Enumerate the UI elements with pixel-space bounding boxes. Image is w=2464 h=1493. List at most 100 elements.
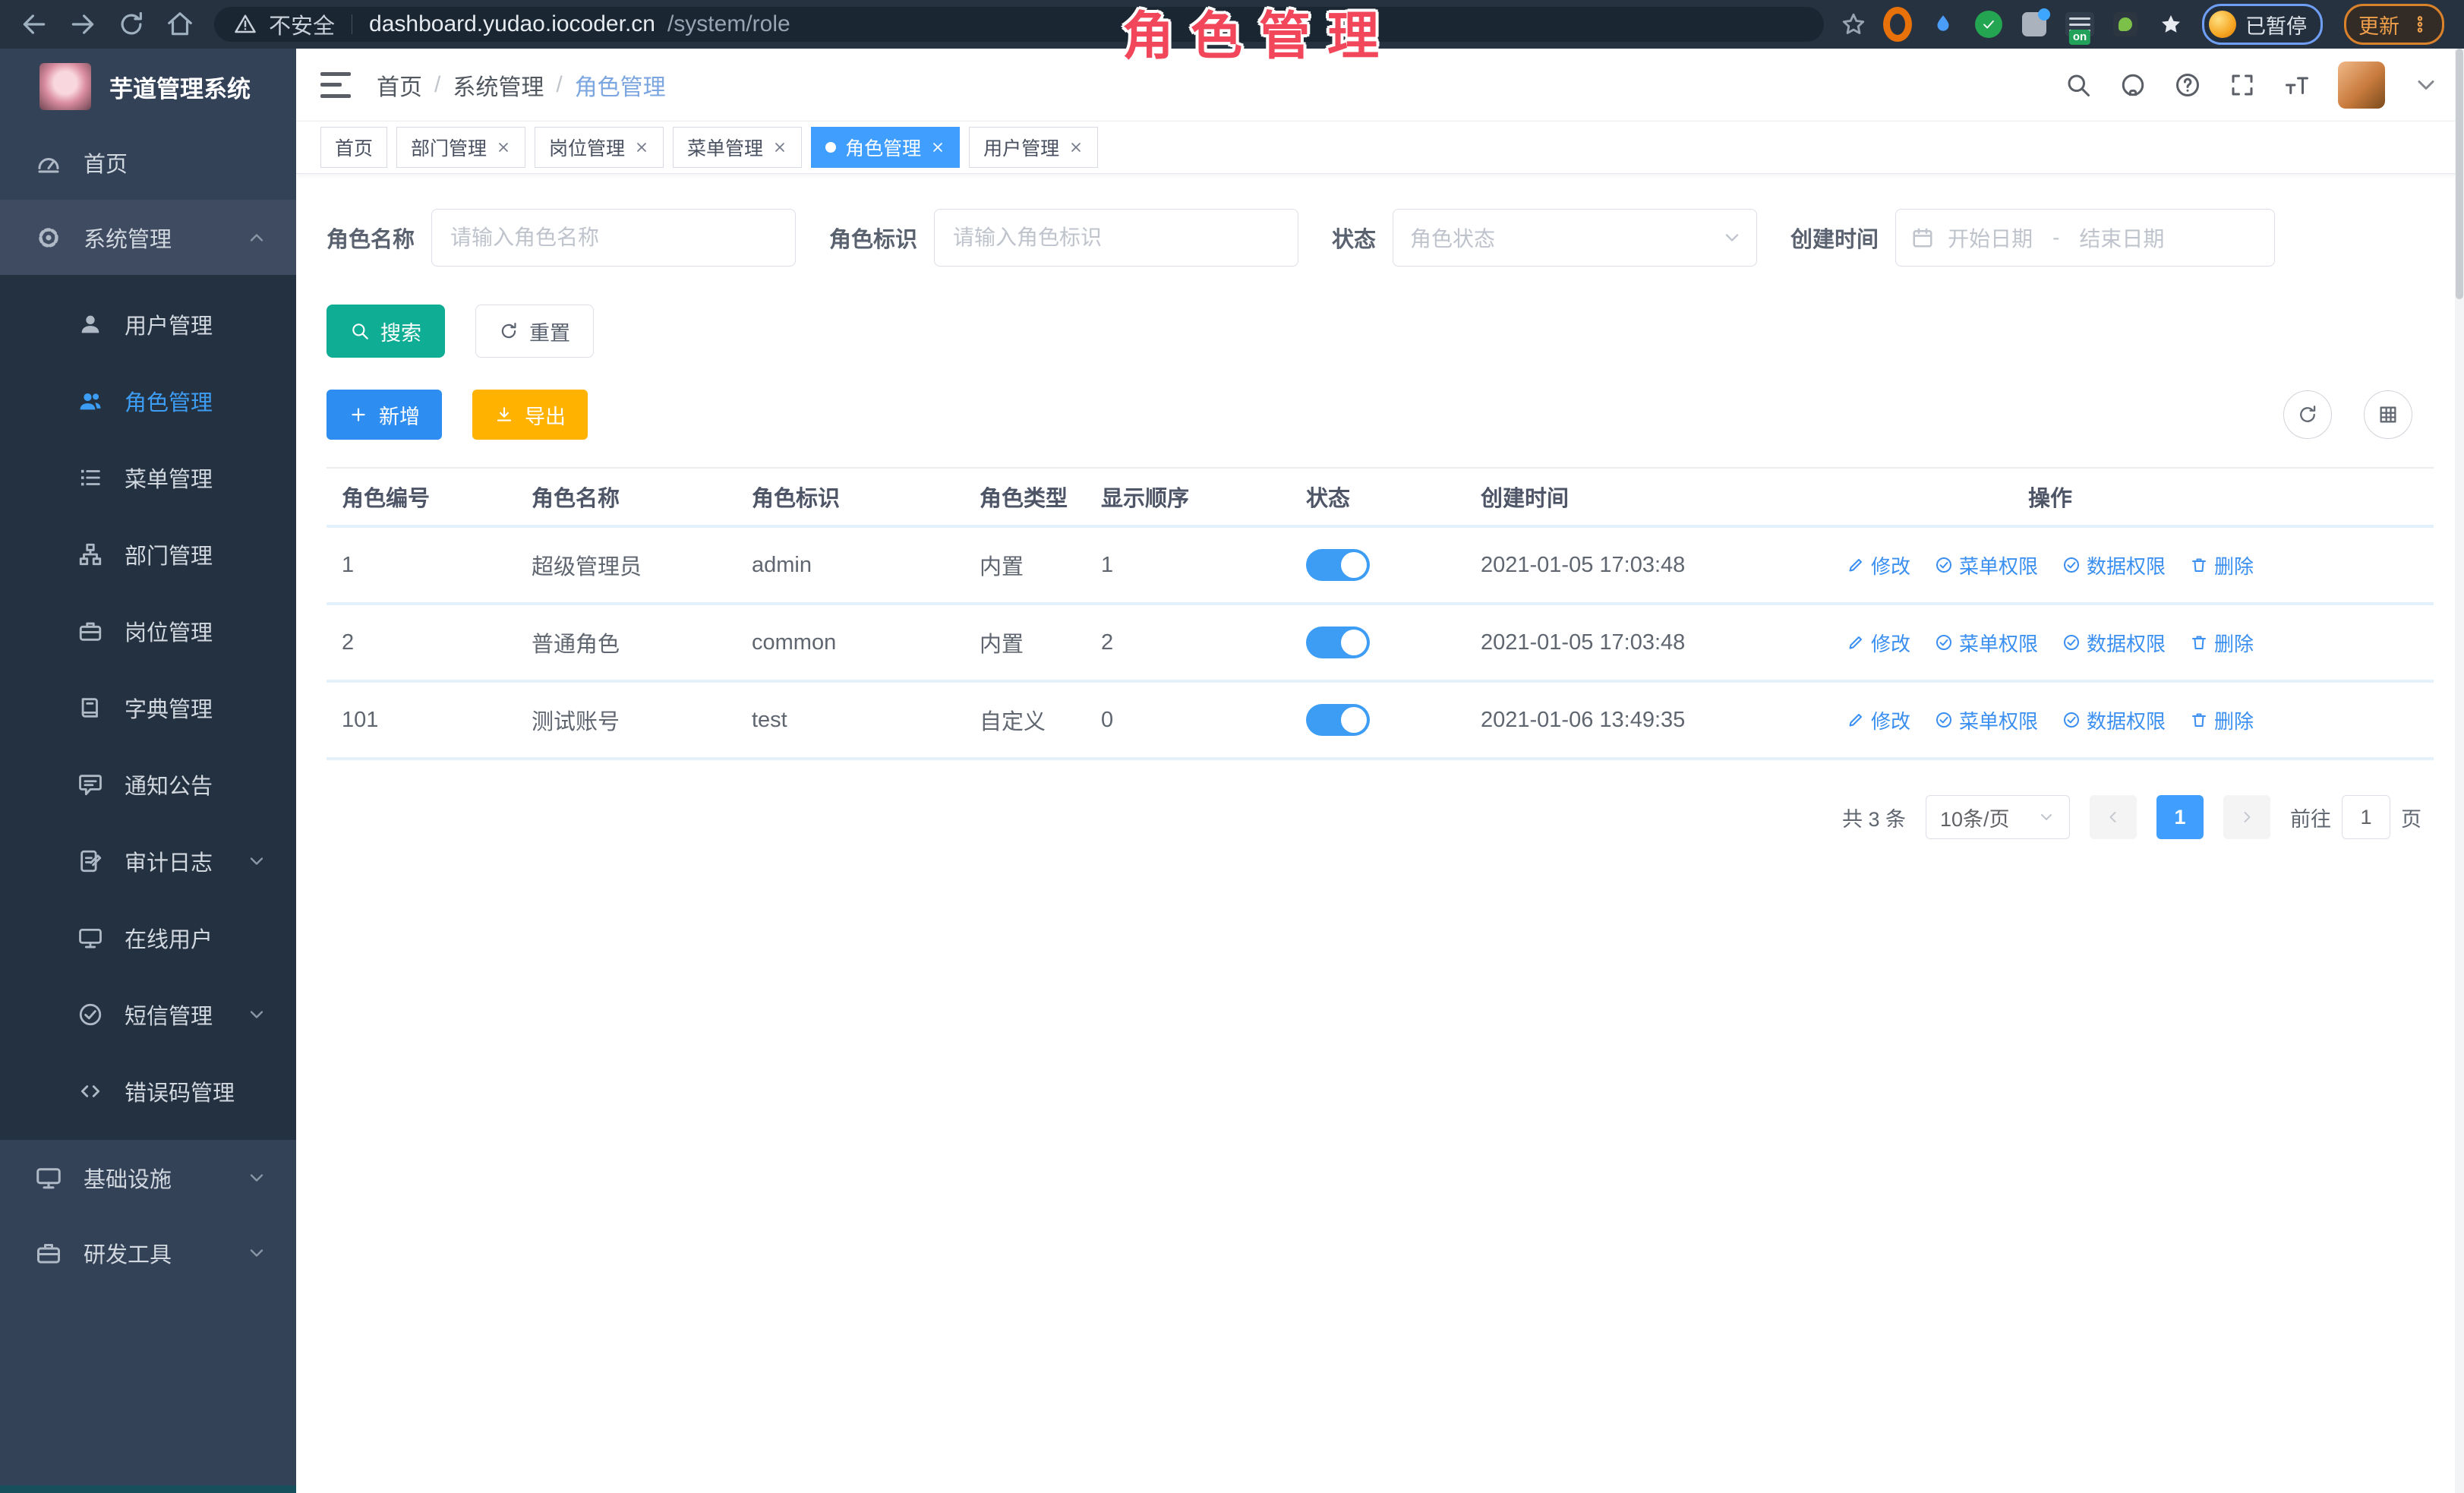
next-page-button[interactable] bbox=[2223, 795, 2270, 839]
data-permission-action[interactable]: 数据权限 bbox=[2062, 629, 2166, 657]
menu-permission-action[interactable]: 菜单权限 bbox=[1935, 551, 2038, 579]
tab-close-icon[interactable] bbox=[772, 140, 787, 155]
refresh-table-button[interactable] bbox=[2283, 390, 2332, 439]
breadcrumb-section[interactable]: 系统管理 bbox=[453, 68, 544, 102]
infrastructure-icon bbox=[35, 1164, 62, 1192]
date-range-picker[interactable]: 开始日期 - 结束日期 bbox=[1895, 209, 2275, 267]
security-warning-icon[interactable] bbox=[234, 13, 257, 36]
tab-close-icon[interactable] bbox=[930, 140, 945, 155]
sidebar-item-sms[interactable]: 短信管理 bbox=[0, 976, 296, 1053]
tab-roles-active[interactable]: 角色管理 bbox=[811, 127, 960, 168]
delete-action[interactable]: 删除 bbox=[2190, 706, 2254, 734]
user-avatar[interactable] bbox=[2338, 62, 2385, 109]
extension-icon-gray-badge[interactable] bbox=[2020, 10, 2049, 39]
tab-home[interactable]: 首页 bbox=[320, 127, 387, 168]
sidebar-item-system[interactable]: 系统管理 bbox=[0, 200, 296, 275]
bookmark-star-icon[interactable] bbox=[1841, 11, 1866, 37]
extension-icon-drop[interactable] bbox=[1929, 10, 1958, 39]
extension-icon-ghost[interactable] bbox=[2156, 10, 2185, 39]
sidebar-item-dev-tools[interactable]: 研发工具 bbox=[0, 1215, 296, 1290]
gear-icon bbox=[35, 224, 62, 251]
status-toggle[interactable] bbox=[1306, 704, 1370, 736]
user-icon bbox=[77, 311, 103, 337]
tab-close-icon[interactable] bbox=[496, 140, 511, 155]
tab-posts[interactable]: 岗位管理 bbox=[535, 127, 664, 168]
edit-action[interactable]: 修改 bbox=[1847, 706, 1910, 734]
browser-back-icon[interactable] bbox=[20, 10, 49, 39]
browser-forward-icon[interactable] bbox=[68, 10, 97, 39]
sidebar-item-home[interactable]: 首页 bbox=[0, 125, 296, 200]
data-permission-action[interactable]: 数据权限 bbox=[2062, 706, 2166, 734]
tab-close-icon[interactable] bbox=[1068, 140, 1084, 155]
sidebar-item-menus[interactable]: 菜单管理 bbox=[0, 439, 296, 516]
browser-home-icon[interactable] bbox=[166, 10, 194, 39]
menu-permission-action[interactable]: 菜单权限 bbox=[1935, 706, 2038, 734]
table-row: 2 普通角色 common 内置 2 2021-01-05 17:03:48 修… bbox=[327, 605, 2434, 683]
extension-icon-green-check[interactable] bbox=[1974, 10, 2003, 39]
extension-icon-leaf[interactable] bbox=[2111, 10, 2140, 39]
add-button[interactable]: 新增 bbox=[327, 390, 442, 440]
tab-menus[interactable]: 菜单管理 bbox=[673, 127, 802, 168]
address-bar[interactable]: 不安全 dashboard.yudao.iocoder.cn/system/ro… bbox=[214, 7, 1824, 42]
scrollbar-thumb[interactable] bbox=[2456, 49, 2463, 299]
sidebar-item-posts[interactable]: 岗位管理 bbox=[0, 592, 296, 669]
filter-create-time: 创建时间 开始日期 - 结束日期 bbox=[1790, 209, 2275, 267]
github-icon[interactable] bbox=[2119, 71, 2147, 99]
hamburger-icon[interactable] bbox=[320, 72, 351, 98]
status-label: 状态 bbox=[1332, 222, 1376, 254]
sidebar-logo[interactable]: 芋道管理系统 bbox=[0, 49, 296, 125]
extension-icon-adblock[interactable] bbox=[1883, 10, 1912, 39]
sidebar-item-infrastructure[interactable]: 基础设施 bbox=[0, 1140, 296, 1215]
sidebar-item-error-codes[interactable]: 错误码管理 bbox=[0, 1053, 296, 1129]
profile-paused-label: 已暂停 bbox=[2245, 10, 2307, 39]
menu-permission-action[interactable]: 菜单权限 bbox=[1935, 629, 2038, 657]
extension-icon-switch-on[interactable]: on bbox=[2065, 10, 2094, 39]
avatar-caret-down-icon[interactable] bbox=[2412, 71, 2440, 99]
browser-update-chip[interactable]: 更新 bbox=[2344, 4, 2444, 45]
export-button[interactable]: 导出 bbox=[472, 390, 588, 440]
check-circle-icon bbox=[2062, 556, 2081, 574]
sidebar-item-audit-log[interactable]: 审计日志 bbox=[0, 822, 296, 899]
tab-label: 用户管理 bbox=[983, 134, 1059, 161]
browser-menu-icon[interactable] bbox=[2410, 14, 2430, 34]
help-icon[interactable] bbox=[2174, 71, 2201, 99]
fullscreen-icon[interactable] bbox=[2229, 71, 2256, 99]
breadcrumb-separator: / bbox=[434, 72, 440, 98]
role-key-input[interactable] bbox=[934, 209, 1298, 267]
delete-action[interactable]: 删除 bbox=[2190, 551, 2254, 579]
sidebar-item-online-users[interactable]: 在线用户 bbox=[0, 899, 296, 976]
role-name-input[interactable] bbox=[431, 209, 796, 267]
sidebar-item-notices[interactable]: 通知公告 bbox=[0, 746, 296, 822]
sidebar-item-roles[interactable]: 角色管理 bbox=[0, 362, 296, 439]
breadcrumb-home[interactable]: 首页 bbox=[377, 68, 422, 102]
sidebar-item-departments[interactable]: 部门管理 bbox=[0, 516, 296, 592]
dev-tools-icon bbox=[35, 1239, 62, 1267]
sidebar-item-users[interactable]: 用户管理 bbox=[0, 286, 296, 362]
delete-action[interactable]: 删除 bbox=[2190, 629, 2254, 657]
goto-page-input[interactable] bbox=[2342, 795, 2390, 839]
search-icon[interactable] bbox=[2065, 71, 2092, 99]
browser-reload-icon[interactable] bbox=[117, 10, 146, 39]
trash-icon bbox=[2190, 711, 2208, 729]
status-toggle[interactable] bbox=[1306, 627, 1370, 658]
tab-users[interactable]: 用户管理 bbox=[969, 127, 1098, 168]
search-button[interactable]: 搜索 bbox=[327, 305, 445, 358]
browser-profile-chip[interactable]: 已暂停 bbox=[2202, 4, 2323, 45]
status-toggle[interactable] bbox=[1306, 549, 1370, 581]
search-icon bbox=[350, 321, 370, 341]
page-scrollbar[interactable] bbox=[2455, 49, 2464, 1493]
status-select[interactable]: 角色状态 bbox=[1393, 209, 1757, 267]
sidebar-item-dictionary[interactable]: 字典管理 bbox=[0, 669, 296, 746]
chevron-down-icon bbox=[246, 851, 267, 872]
page-size-select[interactable]: 10条/页 bbox=[1926, 795, 2070, 839]
tab-departments[interactable]: 部门管理 bbox=[396, 127, 525, 168]
column-settings-button[interactable] bbox=[2364, 390, 2412, 439]
font-size-icon[interactable] bbox=[2283, 71, 2311, 99]
reset-button[interactable]: 重置 bbox=[475, 305, 594, 358]
edit-action[interactable]: 修改 bbox=[1847, 551, 1910, 579]
tab-close-icon[interactable] bbox=[634, 140, 649, 155]
data-permission-action[interactable]: 数据权限 bbox=[2062, 551, 2166, 579]
edit-action[interactable]: 修改 bbox=[1847, 629, 1910, 657]
current-page-button[interactable]: 1 bbox=[2156, 795, 2204, 839]
prev-page-button[interactable] bbox=[2090, 795, 2137, 839]
